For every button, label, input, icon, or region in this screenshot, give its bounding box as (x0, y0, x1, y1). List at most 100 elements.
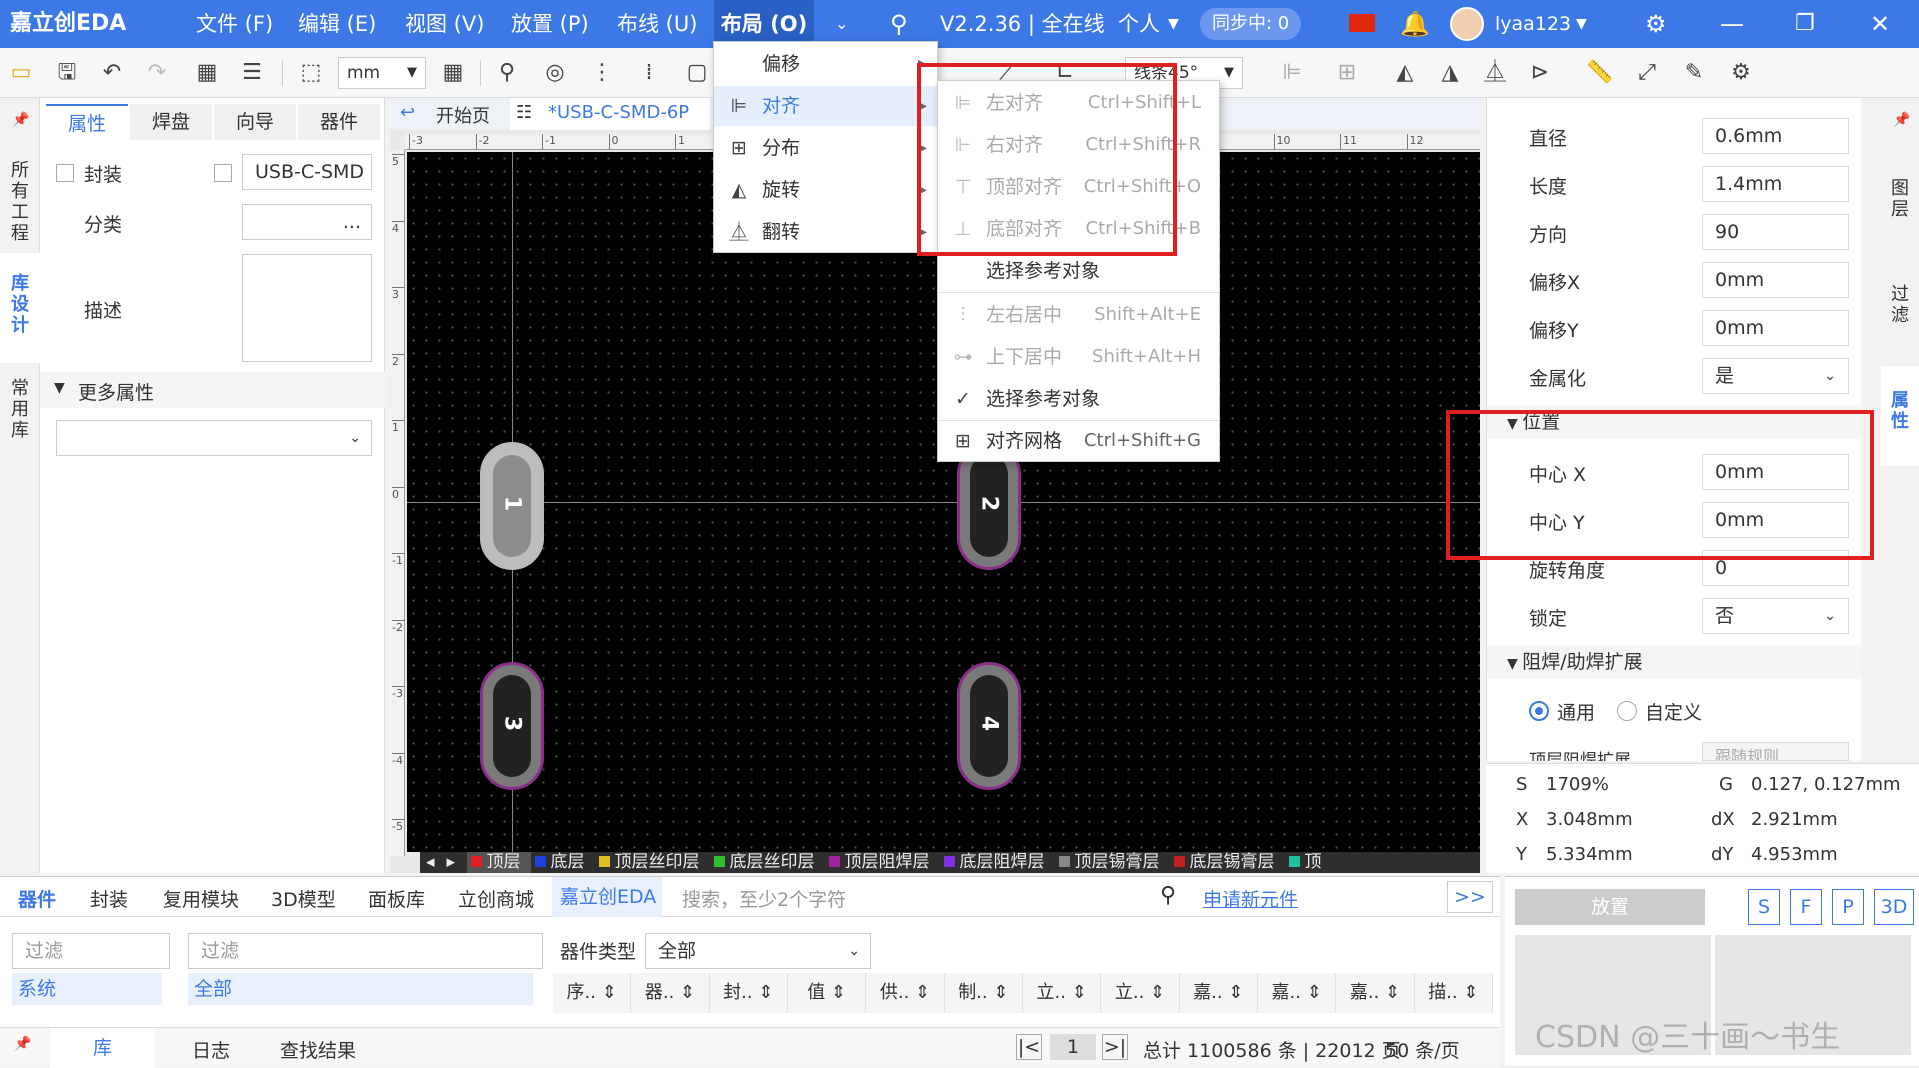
layer-item[interactable]: 顶 (1285, 852, 1332, 873)
grid-icon[interactable]: ▦ (190, 56, 224, 90)
search-icon[interactable]: ⚲ (1160, 883, 1176, 908)
menu-select-reference-1[interactable]: 选择参考对象 (938, 251, 1219, 291)
center-y-field[interactable]: 0mm (1702, 502, 1849, 538)
tab-filter[interactable]: 过滤 (1886, 284, 1914, 326)
flag-icon[interactable] (1349, 14, 1375, 32)
menu-distribute[interactable]: ⊞ 分布 ▸ (714, 128, 937, 168)
pin-icon[interactable]: 📌 (1893, 112, 1910, 128)
grid-settings-icon[interactable]: ▦ (436, 56, 470, 90)
tab-library[interactable]: 库 (50, 1028, 155, 1068)
prev-icon[interactable]: ◂ (420, 852, 441, 872)
layer-item[interactable]: 顶层 (466, 852, 531, 873)
measure-icon[interactable]: ⤢ (1630, 56, 1664, 90)
filter-input-2[interactable]: 过滤 (188, 933, 543, 969)
type-select[interactable]: 全部 ⌄ (645, 933, 871, 969)
tab-log[interactable]: 日志 (192, 1036, 230, 1063)
multi-dots-icon[interactable]: ⁞ (632, 56, 666, 90)
column-header[interactable]: 嘉.. ⇕ (1258, 973, 1337, 1013)
restore-icon[interactable]: ❐ (1795, 0, 1815, 48)
lock-select[interactable]: 否 ⌄ (1702, 598, 1849, 634)
menu-file[interactable]: 文件 (F) (196, 0, 273, 48)
rotate-left-icon[interactable]: ◭ (1388, 56, 1422, 90)
apply-link[interactable]: 申请新元件 (1203, 885, 1298, 912)
menu-center-vertical[interactable]: ⊶ 上下居中 Shift+Alt+H (938, 337, 1219, 377)
rotate-right-icon[interactable]: ◮ (1433, 56, 1467, 90)
menu-view[interactable]: 视图 (V) (405, 0, 484, 48)
column-header[interactable]: 嘉.. ⇕ (1180, 973, 1258, 1013)
top-mask-field[interactable]: 跟随规则 (1702, 742, 1849, 761)
checkbox[interactable] (214, 164, 232, 182)
next-icon[interactable]: ▸ (441, 852, 462, 872)
bell-icon[interactable]: 🔔 (1400, 0, 1430, 48)
menu-align-left[interactable]: ⊫ 左对齐 Ctrl+Shift+L (938, 83, 1219, 123)
app-logo[interactable]: 嘉立创EDA (10, 0, 126, 48)
pad-1[interactable]: 1 (480, 442, 544, 570)
column-header[interactable]: 立.. ⇕ (1101, 973, 1180, 1013)
sync-badge[interactable]: 同步中: 0 (1200, 8, 1302, 40)
footprint-field[interactable]: USB-C-SMD (242, 154, 372, 190)
tab-footprints[interactable]: 封装 (90, 885, 128, 912)
arrange-icon[interactable]: ⊳ (1523, 56, 1557, 90)
chevron-down-icon[interactable]: ▼ (1168, 0, 1179, 48)
menu-rotate[interactable]: ◭ 旋转 ▸ (714, 170, 937, 210)
place-button[interactable]: 放置 (1515, 889, 1705, 925)
page-input[interactable]: 1 (1050, 1034, 1096, 1060)
symbol-button[interactable]: S (1748, 889, 1780, 925)
radio-general[interactable] (1529, 701, 1549, 721)
ruler-icon[interactable]: 📏 (1583, 56, 1617, 90)
tab-search-results[interactable]: 查找结果 (280, 1036, 356, 1063)
layer-item[interactable]: 顶层阻焊层 (825, 852, 940, 873)
offset-x-field[interactable]: 0mm (1702, 262, 1849, 298)
first-page-button[interactable]: |< (1016, 1034, 1042, 1060)
align-dropdown-icon[interactable]: ⊫ (1275, 56, 1309, 90)
more-props-select[interactable]: ⌄ (56, 420, 372, 456)
tab-jlc[interactable]: 嘉立创EDA (552, 877, 662, 917)
tab-pads[interactable]: 焊盘 (130, 104, 212, 140)
unit-select[interactable]: mm ▼ (338, 57, 426, 89)
list-filter-icon[interactable]: ☰ (235, 56, 269, 90)
pcb-button[interactable]: P (1832, 889, 1864, 925)
menu-center-horizontal[interactable]: ⫶ 左右居中 Shift+Alt+E (938, 295, 1219, 335)
close-icon[interactable]: ✕ (1870, 0, 1890, 48)
column-header[interactable]: 值 ⇕ (788, 973, 867, 1013)
tab-common-lib[interactable]: 常用库 (6, 378, 34, 441)
tab-lib-design[interactable]: 库设计 (6, 273, 34, 336)
menu-route[interactable]: 布线 (U) (617, 0, 697, 48)
tab-current[interactable]: *USB-C-SMD-6P (548, 102, 689, 123)
radio-custom[interactable] (1617, 701, 1637, 721)
layer-item[interactable]: 底层锡膏层 (1170, 852, 1285, 873)
tab-components[interactable]: 器件 (298, 104, 380, 140)
offset-y-field[interactable]: 0mm (1702, 310, 1849, 346)
mask-section[interactable]: ▼ 阻焊/助焊扩展 (1487, 645, 1862, 679)
column-header[interactable]: 器.. ⇕ (631, 973, 710, 1013)
undo-icon[interactable]: ↶ (95, 56, 129, 90)
pad-3[interactable]: 3 (480, 662, 544, 790)
column-header[interactable]: 序.. ⇕ (553, 973, 632, 1013)
layer-item[interactable]: 顶层丝印层 (595, 852, 710, 873)
tab-layers[interactable]: 图层 (1886, 178, 1914, 220)
menu-offset[interactable]: 偏移 ▸ (714, 44, 937, 84)
layer-item[interactable]: 底层 (531, 852, 595, 873)
pin-icon[interactable]: ⚲ (490, 56, 524, 90)
folder-icon[interactable]: ▭ (4, 56, 38, 90)
pin-icon[interactable]: 📌 (14, 1036, 31, 1052)
menu-align-top[interactable]: ⊤ 顶部对齐 Ctrl+Shift+O (938, 167, 1219, 207)
search-input[interactable]: 搜索，至少2个字符 (682, 885, 846, 912)
avatar[interactable] (1450, 7, 1484, 41)
gear-icon[interactable]: ⚙ (1645, 0, 1667, 48)
tab-properties[interactable]: 属性 (46, 104, 128, 140)
menu-align-right[interactable]: ⊩ 右对齐 Ctrl+Shift+R (938, 125, 1219, 165)
dots-icon[interactable]: ⋮ (585, 56, 619, 90)
menu-align-grid[interactable]: ⊞ 对齐网格 Ctrl+Shift+G (938, 421, 1219, 461)
diameter-field[interactable]: 0.6mm (1702, 118, 1849, 154)
category-system[interactable]: 系统 (12, 973, 162, 1005)
column-header[interactable]: 立.. ⇕ (1023, 973, 1102, 1013)
personal-menu[interactable]: 个人 (1118, 0, 1160, 48)
description-field[interactable] (242, 254, 372, 362)
distribute-dropdown-icon[interactable]: ⊞ (1330, 56, 1364, 90)
minimize-icon[interactable]: — (1720, 0, 1744, 48)
metal-select[interactable]: 是 ⌄ (1702, 358, 1849, 394)
tab-home[interactable]: 开始页 (436, 102, 490, 128)
save-icon[interactable]: 🖫 (50, 56, 84, 90)
filter-input-1[interactable]: 过滤 (12, 933, 170, 969)
